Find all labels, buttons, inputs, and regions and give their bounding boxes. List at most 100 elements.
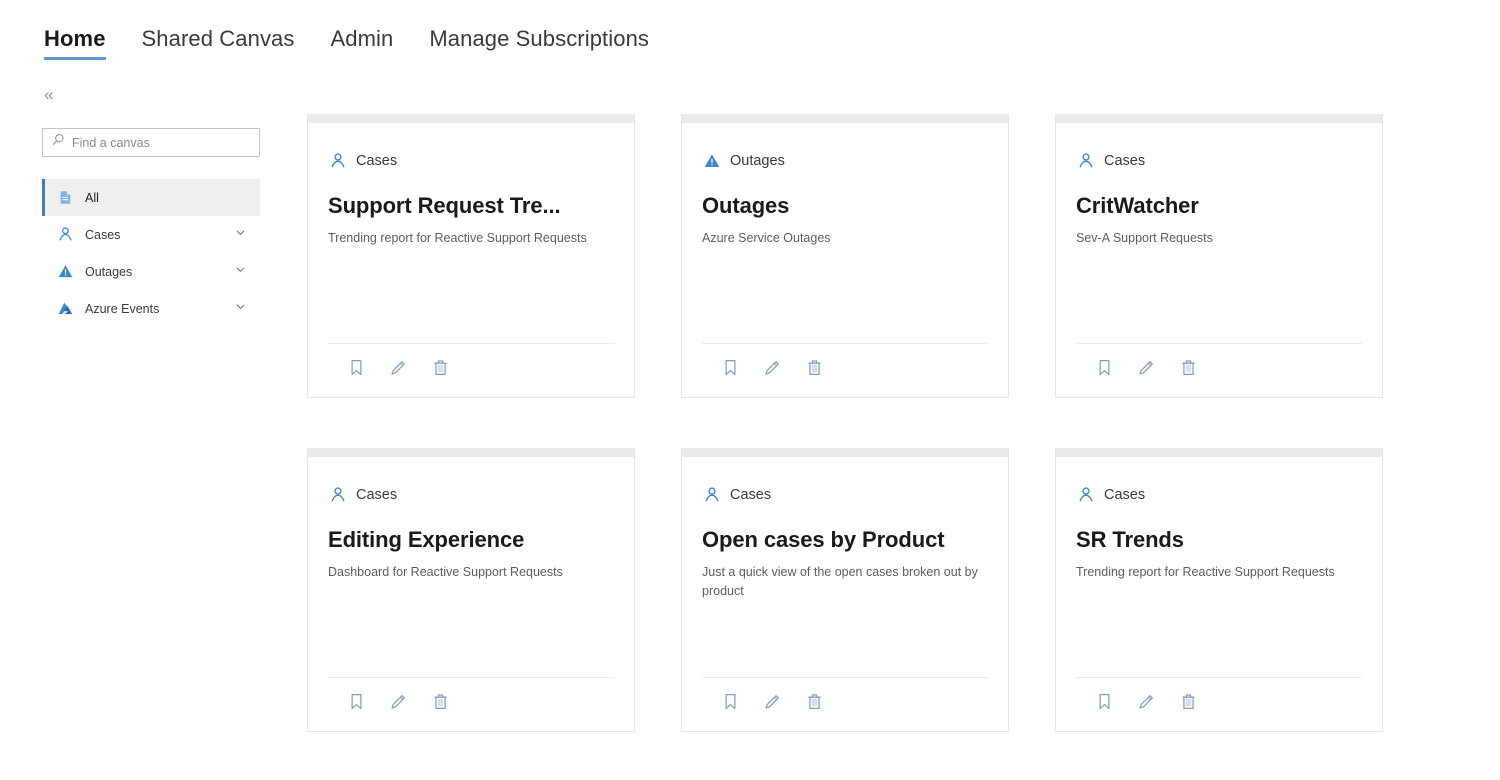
card-category: Cases xyxy=(1076,485,1362,504)
sidebar-item-label: Cases xyxy=(85,227,121,242)
card-body: Cases Open cases by Product Just a quick v… xyxy=(682,457,1008,677)
sidebar: Find a canvas All Cases Outages Azure Event… xyxy=(42,128,260,327)
card-category: Cases xyxy=(1076,151,1362,170)
sidebar-nav-list: All Cases Outages Azure Events xyxy=(42,179,260,327)
contact-person-icon xyxy=(702,485,721,504)
azure-logo-icon xyxy=(56,300,74,318)
card-actions xyxy=(328,691,614,711)
card-category: Outages xyxy=(702,151,988,170)
sidebar-item-all[interactable]: All xyxy=(42,179,260,216)
pencil-icon[interactable] xyxy=(1136,357,1156,377)
card-divider xyxy=(702,343,988,344)
canvas-card[interactable]: Cases CritWatcher Sev-A Support Requests xyxy=(1055,114,1383,398)
search-canvas-box[interactable]: Find a canvas xyxy=(42,128,260,157)
card-divider xyxy=(1076,343,1362,344)
trash-icon[interactable] xyxy=(1178,691,1198,711)
card-category-label: Cases xyxy=(730,486,772,503)
bookmark-icon[interactable] xyxy=(720,691,740,711)
card-title: Outages xyxy=(702,193,790,218)
card-top-accent-bar xyxy=(308,448,634,457)
card-top-accent-bar xyxy=(1056,448,1382,457)
contact-person-icon xyxy=(1076,485,1095,504)
card-divider xyxy=(328,343,614,344)
card-category-label: Cases xyxy=(356,486,398,503)
card-body: Cases CritWatcher Sev-A Support Requests xyxy=(1056,123,1382,343)
card-divider xyxy=(1076,677,1362,678)
canvas-card[interactable]: Cases SR Trends Trending report for Reacti… xyxy=(1055,448,1383,732)
card-category-label: Cases xyxy=(1104,486,1146,503)
bookmark-icon[interactable] xyxy=(720,357,740,377)
trash-icon[interactable] xyxy=(430,357,450,377)
top-navigation: Home Shared Canvas Admin Manage Subscriptio… xyxy=(44,26,649,60)
card-title: CritWatcher xyxy=(1076,193,1199,218)
card-title: Support Request Tre... xyxy=(328,193,561,218)
card-title: Open cases by Product xyxy=(702,527,945,552)
pencil-icon[interactable] xyxy=(762,357,782,377)
card-category: Cases xyxy=(328,151,614,170)
warning-triangle-icon xyxy=(702,151,721,170)
nav-tab-shared-canvas[interactable]: Shared Canvas xyxy=(142,26,295,60)
pencil-icon[interactable] xyxy=(762,691,782,711)
document-icon xyxy=(56,189,74,207)
pencil-icon[interactable] xyxy=(388,691,408,711)
card-title: SR Trends xyxy=(1076,527,1184,552)
card-description: Trending report for Reactive Support Req… xyxy=(1076,565,1335,580)
card-body: Outages Outages Azure Service Outages xyxy=(682,123,1008,343)
bookmark-icon[interactable] xyxy=(1094,691,1114,711)
bookmark-icon[interactable] xyxy=(346,691,366,711)
chevron-down-icon[interactable] xyxy=(233,262,248,282)
canvas-card-grid: Cases Support Request Tre... Trending repo… xyxy=(307,114,1397,732)
card-title: Editing Experience xyxy=(328,527,525,552)
card-divider xyxy=(328,677,614,678)
card-footer xyxy=(682,677,1008,731)
trash-icon[interactable] xyxy=(430,691,450,711)
card-body: Cases Editing Experience Dashboard for Rea… xyxy=(308,457,634,677)
sidebar-item-outages[interactable]: Outages xyxy=(42,253,260,290)
card-footer xyxy=(308,677,634,731)
sidebar-item-label: All xyxy=(85,190,99,205)
search-input-placeholder[interactable]: Find a canvas xyxy=(72,136,150,150)
card-divider xyxy=(702,677,988,678)
sidebar-item-cases[interactable]: Cases xyxy=(42,216,260,253)
card-footer xyxy=(1056,343,1382,397)
search-icon xyxy=(51,133,65,152)
contact-person-icon xyxy=(56,226,74,244)
card-footer xyxy=(308,343,634,397)
sidebar-collapse-icon[interactable]: « xyxy=(44,86,53,103)
card-footer xyxy=(1056,677,1382,731)
card-category: Cases xyxy=(702,485,988,504)
sidebar-item-label: Outages xyxy=(85,264,133,279)
card-description: Trending report for Reactive Support Req… xyxy=(328,231,587,246)
card-footer xyxy=(682,343,1008,397)
nav-tab-home[interactable]: Home xyxy=(44,26,106,60)
contact-person-icon xyxy=(328,151,347,170)
card-top-accent-bar xyxy=(682,114,1008,123)
card-category-label: Outages xyxy=(730,152,785,169)
canvas-card[interactable]: Cases Open cases by Product Just a quick v… xyxy=(681,448,1009,732)
pencil-icon[interactable] xyxy=(388,357,408,377)
card-category: Cases xyxy=(328,485,614,504)
trash-icon[interactable] xyxy=(804,691,824,711)
pencil-icon[interactable] xyxy=(1136,691,1156,711)
card-description: Sev-A Support Requests xyxy=(1076,231,1213,246)
card-top-accent-bar xyxy=(682,448,1008,457)
sidebar-item-label: Azure Events xyxy=(85,301,160,316)
chevron-down-icon[interactable] xyxy=(233,299,248,319)
bookmark-icon[interactable] xyxy=(1094,357,1114,377)
bookmark-icon[interactable] xyxy=(346,357,366,377)
canvas-card[interactable]: Outages Outages Azure Service Outages xyxy=(681,114,1009,398)
contact-person-icon xyxy=(328,485,347,504)
card-category-label: Cases xyxy=(1104,152,1146,169)
chevron-down-icon[interactable] xyxy=(233,225,248,245)
trash-icon[interactable] xyxy=(1178,357,1198,377)
canvas-card[interactable]: Cases Support Request Tre... Trending repo… xyxy=(307,114,635,398)
warning-triangle-icon xyxy=(56,263,74,281)
nav-tab-manage-subscriptions[interactable]: Manage Subscriptions xyxy=(429,26,649,60)
card-actions xyxy=(1076,691,1362,711)
nav-tab-admin[interactable]: Admin xyxy=(330,26,393,60)
canvas-card[interactable]: Cases Editing Experience Dashboard for Rea… xyxy=(307,448,635,732)
sidebar-item-azure-events[interactable]: Azure Events xyxy=(42,290,260,327)
card-top-accent-bar xyxy=(1056,114,1382,123)
trash-icon[interactable] xyxy=(804,357,824,377)
card-description: Azure Service Outages xyxy=(702,231,831,246)
